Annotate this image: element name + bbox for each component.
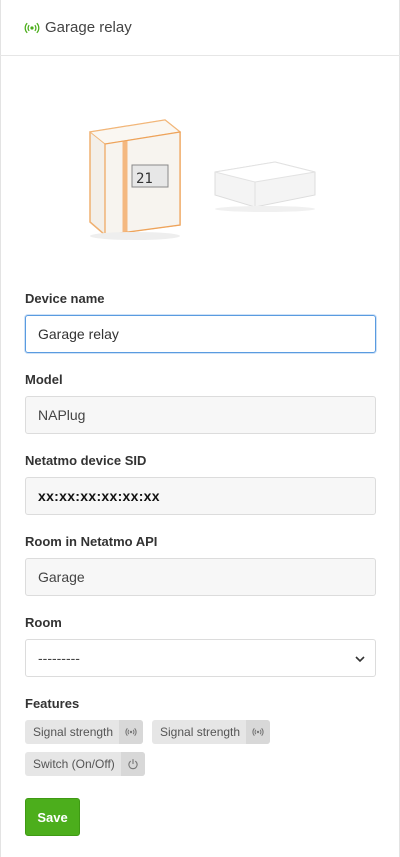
- device-image: 21: [88, 119, 316, 240]
- feature-chip: Switch (On/Off): [25, 752, 145, 776]
- signal-icon: [119, 720, 144, 744]
- svg-text:21: 21: [136, 171, 153, 187]
- device-name-label: Device name: [25, 291, 105, 306]
- model-field: NAPlug: [25, 396, 376, 434]
- feature-chip: Signal strength: [25, 720, 144, 744]
- chevron-down-icon: [355, 650, 365, 666]
- room-api-label: Room in Netatmo API: [25, 534, 158, 549]
- sid-field: xx:xx:xx:xx:xx:xx: [25, 477, 376, 515]
- device-name-input[interactable]: Garage relay: [25, 315, 376, 353]
- feature-chip-label: Signal strength: [160, 725, 241, 739]
- room-api-field: Garage: [25, 558, 376, 596]
- room-select-value: ---------: [38, 650, 80, 666]
- feature-chip-label: Switch (On/Off): [33, 757, 115, 771]
- page-title: Garage relay: [45, 19, 132, 36]
- power-icon: [120, 752, 145, 776]
- room-select[interactable]: ---------: [25, 639, 376, 677]
- feature-chip: Signal strength: [152, 720, 271, 744]
- signal-icon: [246, 720, 271, 744]
- model-label: Model: [25, 372, 63, 387]
- features-label: Features: [25, 696, 80, 711]
- room-label: Room: [25, 615, 62, 630]
- sid-label: Netatmo device SID: [25, 453, 147, 468]
- page-header: Garage relay: [0, 0, 400, 56]
- save-button[interactable]: Save: [25, 798, 80, 836]
- feature-chip-label: Signal strength: [33, 725, 114, 739]
- signal-icon: [24, 20, 40, 36]
